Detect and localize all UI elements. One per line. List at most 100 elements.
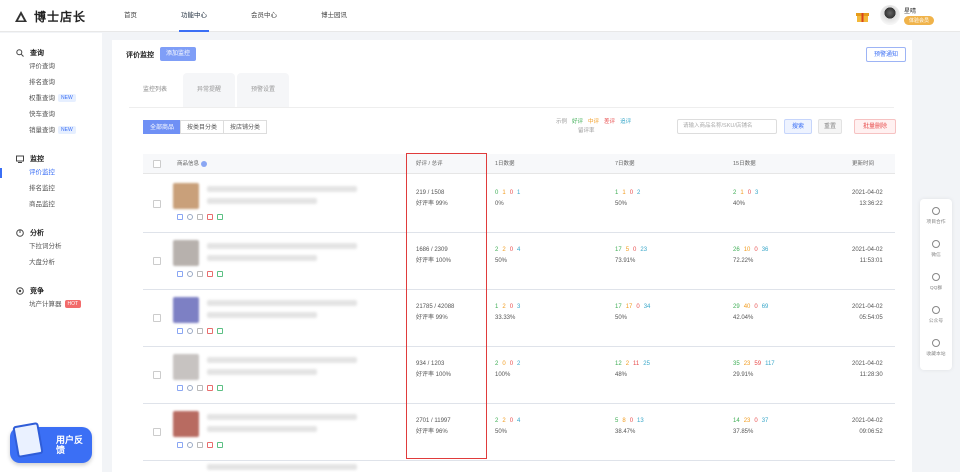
nav-news[interactable]: 博士园讯 — [319, 0, 349, 32]
row-checkbox[interactable] — [153, 371, 161, 379]
tab-bar: 监控列表 异常提醒 预警设置 — [129, 73, 291, 107]
batch-delete-button[interactable]: 批量删除 — [854, 119, 896, 134]
sidebar-item-review-monitor[interactable]: 评价监控 — [0, 165, 102, 181]
alert-notify-button[interactable]: 预警通知 — [865, 47, 906, 62]
star-icon[interactable] — [197, 385, 203, 391]
sidebar-item-market-analysis[interactable]: 大盘分析 — [0, 255, 102, 271]
sidebar-item-product-monitor[interactable]: 商品监控 — [0, 197, 102, 213]
total-count: 36 — [761, 247, 769, 253]
product-thumbnail[interactable] — [173, 354, 199, 380]
day15-cell: 2 1 0 3 40% — [733, 188, 758, 210]
sidebar-heading-query: 查询 — [0, 47, 102, 59]
col-updated: 更新时间 — [852, 161, 875, 167]
rb-official-account[interactable]: 公众号 — [920, 298, 952, 331]
row-checkbox[interactable] — [153, 428, 161, 436]
star-icon[interactable] — [197, 442, 203, 448]
d7-rate: 48% — [615, 372, 628, 378]
filter-by-category[interactable]: 按类目分类 — [180, 120, 225, 134]
member-badge[interactable]: 体验会员 — [904, 16, 935, 25]
updated-cell: 2021-04-02 05:54:05 — [852, 302, 883, 324]
refresh-icon[interactable] — [187, 328, 193, 334]
refresh-icon[interactable] — [187, 385, 193, 391]
filter-by-shop[interactable]: 按店铺分类 — [223, 120, 268, 134]
bad-count: 0 — [754, 247, 758, 253]
search-input[interactable]: 请输入商品名称/SKU/店铺名 — [677, 119, 777, 134]
refresh-icon[interactable] — [187, 271, 193, 277]
delete-icon[interactable] — [207, 442, 213, 448]
sidebar-item-sales-query[interactable]: 销量查询 NEW — [0, 123, 102, 139]
day1-cell: 2 2 0 4 50% — [495, 416, 520, 438]
tab-monitor-list[interactable]: 监控列表 — [129, 73, 181, 107]
detail-icon[interactable] — [177, 214, 183, 220]
sidebar-item-dropdown-analysis[interactable]: 下拉词分析 — [0, 239, 102, 255]
row-checkbox[interactable] — [153, 200, 161, 208]
detail-icon[interactable] — [177, 328, 183, 334]
refresh-icon[interactable] — [187, 214, 193, 220]
day7-cell: 17 5 0 23 73.91% — [615, 245, 647, 267]
feedback-button[interactable]: 用户反馈 — [10, 421, 92, 463]
update-time: 11:53:01 — [859, 258, 883, 264]
star-icon[interactable] — [197, 328, 203, 334]
good-count: 35 — [733, 361, 740, 367]
day15-cell: 14 23 0 37 37.85% — [733, 416, 768, 438]
add-monitor-button[interactable]: 添加监控 — [160, 47, 197, 61]
delete-icon[interactable] — [207, 328, 213, 334]
day7-cell: 5 8 0 13 38.47% — [615, 416, 644, 438]
mid-count: 1 — [622, 190, 626, 196]
rb-wechat[interactable]: 微信 — [920, 232, 952, 265]
select-all-checkbox[interactable] — [153, 160, 161, 168]
logo[interactable]: 博士店长 — [14, 8, 86, 25]
sidebar-item-weight-query[interactable]: 权重查询 NEW — [0, 91, 102, 107]
detail-icon[interactable] — [177, 442, 183, 448]
sidebar-group-query: 查询 评价查询 排名查询 权重查询 NEW 快车查询 销量查询 NEW — [0, 47, 102, 139]
link-icon[interactable] — [217, 214, 223, 220]
user-name[interactable]: 星晴 — [904, 6, 916, 15]
delete-icon[interactable] — [207, 214, 213, 220]
rb-bookmark[interactable]: 收藏本站 — [920, 331, 952, 364]
total-count: 34 — [643, 304, 651, 310]
nav-home[interactable]: 首页 — [122, 0, 139, 32]
d1-counts: 2204 — [495, 245, 520, 256]
sidebar-item-rank-query[interactable]: 排名查询 — [0, 75, 102, 91]
rb-cooperation[interactable]: 项目合作 — [920, 199, 952, 232]
link-icon[interactable] — [217, 328, 223, 334]
row-checkbox[interactable] — [153, 314, 161, 322]
tab-exception-alerts[interactable]: 异常提醒 — [183, 73, 235, 107]
rb-qq-group[interactable]: QQ群 — [920, 265, 952, 298]
delete-icon[interactable] — [207, 385, 213, 391]
row-actions — [177, 442, 223, 448]
detail-icon[interactable] — [177, 271, 183, 277]
search-button[interactable]: 搜索 — [784, 119, 812, 134]
sidebar-item-pit-calculator[interactable]: 坑产计算器 HOT — [0, 297, 102, 313]
sidebar-item-express-query[interactable]: 快车查询 — [0, 107, 102, 123]
bad-count: 0 — [629, 190, 634, 196]
sidebar-item-rank-monitor[interactable]: 排名监控 — [0, 181, 102, 197]
avatar[interactable] — [880, 5, 900, 25]
sidebar-item-review-query[interactable]: 评价查询 — [0, 59, 102, 75]
product-thumbnail[interactable] — [173, 183, 199, 209]
star-icon[interactable] — [197, 271, 203, 277]
color-legend: 示例 好评 中评 差评 追评 留评率 — [556, 118, 631, 136]
row-checkbox[interactable] — [153, 257, 161, 265]
category-filter: 全部商品 按类目分类 按店铺分类 — [143, 120, 268, 134]
gift-icon[interactable] — [856, 10, 869, 22]
filter-all-products[interactable]: 全部商品 — [143, 120, 182, 134]
star-icon[interactable] — [197, 214, 203, 220]
refresh-icon[interactable] — [187, 442, 193, 448]
detail-icon[interactable] — [177, 385, 183, 391]
nav-membership[interactable]: 会员中心 — [249, 0, 279, 32]
product-meta-blurred — [207, 198, 317, 204]
product-thumbnail[interactable] — [173, 411, 199, 437]
link-icon[interactable] — [217, 442, 223, 448]
product-thumbnail[interactable] — [173, 297, 199, 323]
delete-icon[interactable] — [207, 271, 213, 277]
product-thumbnail[interactable] — [173, 240, 199, 266]
legend-prefix: 示例 — [556, 119, 568, 125]
link-icon[interactable] — [217, 385, 223, 391]
tab-alert-settings[interactable]: 预警设置 — [237, 73, 289, 107]
d1-counts: 2002 — [495, 359, 520, 370]
link-icon[interactable] — [217, 271, 223, 277]
reset-button[interactable]: 重置 — [818, 119, 842, 134]
day7-cell: 17 17 0 34 50% — [615, 302, 650, 324]
nav-features[interactable]: 功能中心 — [179, 0, 209, 32]
